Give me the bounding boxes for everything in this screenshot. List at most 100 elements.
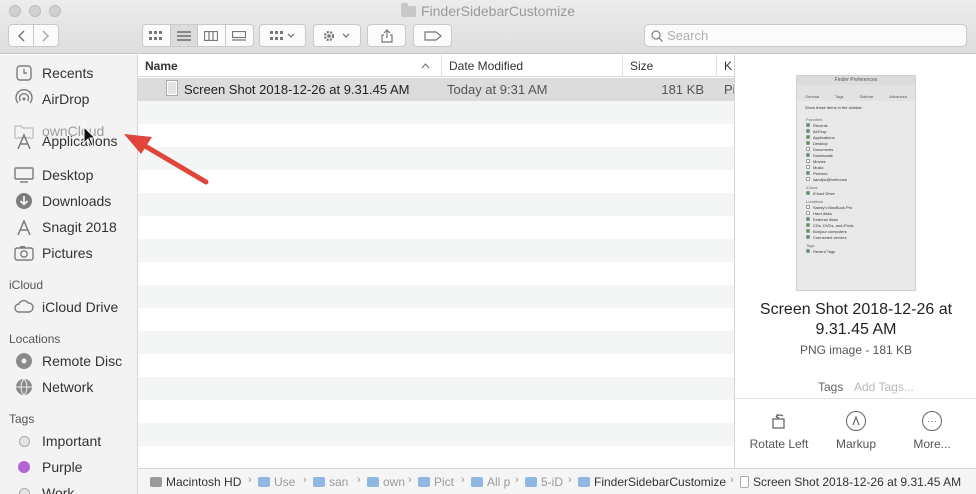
edit-tags-button[interactable] xyxy=(413,24,452,47)
action-label: Markup xyxy=(835,437,876,451)
sidebar-item-desktop[interactable]: Desktop xyxy=(14,164,93,186)
path-crumb-label: 5-iD xyxy=(541,475,564,489)
preview-file-name: Screen Shot 2018-12-26 at 9.31.45 AM xyxy=(759,301,953,338)
sidebar-item-network[interactable]: Network xyxy=(14,376,93,398)
sidebar-item-label: Remote Disc xyxy=(42,353,123,369)
group-by-button[interactable] xyxy=(259,24,306,47)
window-title: FinderSidebarCustomize xyxy=(0,3,976,19)
path-crumb-label: Pict xyxy=(434,475,455,489)
thumb-checkbox xyxy=(806,129,810,133)
column-header-size[interactable]: Size xyxy=(622,55,714,77)
column-header-label: Date Modified xyxy=(449,59,524,73)
folder-icon xyxy=(258,477,270,487)
search-field[interactable] xyxy=(644,24,967,47)
sort-ascending-icon xyxy=(421,63,430,69)
cloud-icon xyxy=(14,297,34,317)
folder-icon xyxy=(578,477,590,487)
apps-icon xyxy=(14,217,34,237)
path-crumb[interactable]: Pict xyxy=(418,475,454,489)
chevron-left-icon xyxy=(17,29,25,42)
path-crumb[interactable]: Macintosh HD xyxy=(150,475,241,489)
path-bar: Macintosh HD › Use › san › own › Pict › All p › 5-iD… xyxy=(138,468,976,494)
icon-view-button[interactable] xyxy=(143,25,171,46)
more-icon: ··· xyxy=(922,411,942,431)
sidebar-tag-work[interactable]: Work xyxy=(14,482,74,494)
sidebar-item-remote-disc[interactable]: Remote Disc xyxy=(14,350,122,372)
thumb-heading: Show these items in the sidebar: xyxy=(805,105,863,110)
thumb-checkbox-label: Sandy's MacBook Pro xyxy=(813,204,853,210)
column-header-name[interactable]: Name xyxy=(138,55,438,77)
file-list: Name Date Modified Size K Screen Shot 20… xyxy=(138,55,734,468)
sidebar-item-label: Applications xyxy=(42,133,118,149)
file-kind: Pi xyxy=(724,82,734,97)
path-crumb[interactable]: san xyxy=(313,475,348,489)
path-crumb-label: All p xyxy=(487,475,511,489)
table-row[interactable]: Screen Shot 2018-12-26 at 9.31.45 AM Tod… xyxy=(138,78,734,101)
path-crumb-label: FinderSidebarCustomize xyxy=(594,475,727,489)
sidebar-item-downloads[interactable]: Downloads xyxy=(14,190,111,212)
thumb-tab: Advanced xyxy=(889,94,907,99)
grid-icon xyxy=(149,30,163,40)
airdrop-icon xyxy=(14,89,34,109)
markup-button[interactable]: Markup xyxy=(816,411,896,451)
thumb-checkbox-label: Downloads xyxy=(813,152,833,158)
sidebar-item-snagit[interactable]: Snagit 2018 xyxy=(14,216,117,238)
png-file-icon xyxy=(166,80,180,98)
thumb-checkbox-label: Connected servers xyxy=(813,234,847,240)
sidebar-tag-important[interactable]: Important xyxy=(14,430,101,452)
thumb-checkbox xyxy=(806,171,810,175)
path-crumb[interactable]: own xyxy=(367,475,405,489)
folder-icon xyxy=(471,477,483,487)
thumb-checkbox-label: Applications xyxy=(813,134,835,140)
thumb-checkbox-label: Recent Tags xyxy=(813,248,836,254)
path-crumb[interactable]: Screen Shot 2018-12-26 at 9.31.45 AM xyxy=(740,475,961,489)
sidebar-item-label: AirDrop xyxy=(42,91,90,107)
sidebar-item-label: Purple xyxy=(42,459,83,475)
path-crumb[interactable]: 5-iD xyxy=(525,475,563,489)
empty-row xyxy=(138,216,734,239)
download-icon xyxy=(14,191,34,211)
thumb-checkbox-label: Desktop xyxy=(813,140,828,146)
share-button[interactable] xyxy=(367,24,406,47)
sidebar-item-label: iCloud Drive xyxy=(42,299,119,315)
add-tags-field[interactable]: Add Tags... xyxy=(854,380,914,394)
tag-icon xyxy=(423,30,442,41)
sidebar-tag-purple[interactable]: Purple xyxy=(14,456,82,478)
file-date: Today at 9:31 AM xyxy=(447,82,548,97)
thumb-checkbox xyxy=(806,191,810,195)
gallery-view-button[interactable] xyxy=(226,25,253,46)
rotate-left-icon xyxy=(769,411,789,431)
path-crumb[interactable]: Use xyxy=(258,475,295,489)
forward-button[interactable] xyxy=(34,25,58,46)
path-crumb[interactable]: All p xyxy=(471,475,510,489)
thumb-checkbox xyxy=(806,229,810,233)
empty-row xyxy=(138,308,734,331)
sidebar-item-pictures[interactable]: Pictures xyxy=(14,242,93,264)
chevron-right-icon: › xyxy=(408,474,412,486)
sidebar-item-recents[interactable]: Recents xyxy=(14,62,93,84)
sidebar-item-label: Recents xyxy=(42,65,94,81)
empty-row xyxy=(138,354,734,377)
thumb-checkbox xyxy=(806,141,810,145)
list-view-button[interactable] xyxy=(170,25,198,46)
rotate-left-button[interactable]: Rotate Left xyxy=(739,411,819,451)
search-input[interactable] xyxy=(667,27,957,44)
back-button[interactable] xyxy=(9,25,34,46)
action-menu-button[interactable] xyxy=(313,24,361,47)
column-header-date[interactable]: Date Modified xyxy=(441,55,621,77)
folder-icon xyxy=(367,477,379,487)
sidebar-item-airdrop[interactable]: AirDrop xyxy=(14,88,89,110)
empty-row xyxy=(138,170,734,193)
chevron-right-icon: › xyxy=(730,474,734,486)
sidebar-item-label: Desktop xyxy=(42,167,94,183)
thumb-checkbox-item: Recent Tags xyxy=(806,248,906,254)
sidebar-item-applications[interactable]: Applications xyxy=(14,130,118,152)
column-header-label: Name xyxy=(145,59,178,73)
more-button[interactable]: ··· More... xyxy=(892,411,972,451)
column-header-kind[interactable]: K xyxy=(716,55,734,77)
path-crumb[interactable]: FinderSidebarCustomize xyxy=(578,475,726,489)
thumb-checkbox xyxy=(806,217,810,221)
column-view-button[interactable] xyxy=(198,25,226,46)
sidebar-item-icloud-drive[interactable]: iCloud Drive xyxy=(14,296,118,318)
png-file-icon xyxy=(740,476,749,488)
